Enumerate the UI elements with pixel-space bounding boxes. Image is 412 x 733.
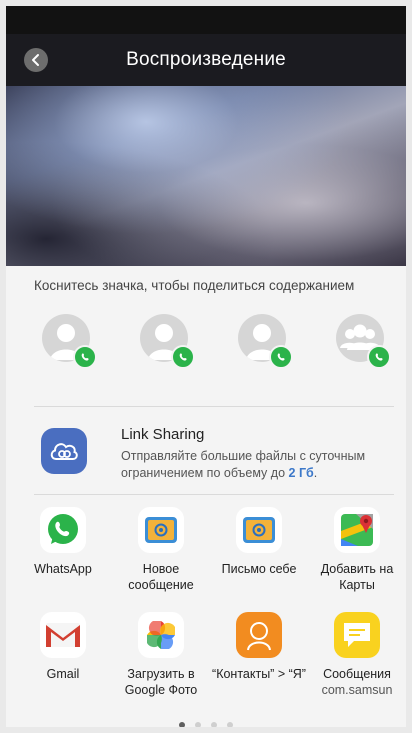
back-button[interactable] [24,48,48,72]
google-photos-icon [138,612,184,658]
whatsapp-icon [73,345,97,369]
email-at-icon [138,507,184,553]
app-label: Gmail [46,667,80,681]
app-mail-to-self[interactable]: Письмо себе [210,507,308,577]
whatsapp-icon [269,345,293,369]
divider [34,494,394,495]
app-label: “Контакты” > “Я” [212,667,306,681]
direct-share-contact-3[interactable] [233,310,293,370]
app-new-message[interactable]: Новое сообщение [112,507,210,593]
app-messages[interactable]: Сообщения com.samsun [308,612,406,698]
whatsapp-icon [171,345,195,369]
app-google-photos[interactable]: Загрузить в Google Фото [112,612,210,698]
email-at-icon [236,507,282,553]
link-sharing-limit: 2 Гб [288,466,314,480]
page-dot[interactable] [227,722,233,727]
whatsapp-icon [367,345,391,369]
direct-share-contacts [6,310,406,370]
cloud-link-icon [41,428,87,474]
link-sharing-title: Link Sharing [121,426,205,443]
page-dot[interactable] [179,722,185,727]
contacts-me-icon [236,612,282,658]
app-header: Воспроизведение [6,34,406,86]
app-label: Письмо себе [221,562,297,576]
direct-share-contact-1[interactable] [37,310,97,370]
app-whatsapp[interactable]: WhatsApp [14,507,112,577]
video-preview [6,86,406,266]
direct-share-contact-4[interactable] [331,310,391,370]
chevron-left-icon [32,54,39,66]
share-screen: Воспроизведение Коснитесь значка, чтобы … [6,6,406,727]
app-label: Добавить на Карты [320,562,394,592]
page-title: Воспроизведение [126,49,286,70]
whatsapp-icon [40,507,86,553]
share-sheet: Коснитесь значка, чтобы поделиться содер… [6,266,406,727]
page-indicator [6,722,406,727]
page-dot[interactable] [195,722,201,727]
app-package-label: com.samsun [321,683,393,697]
google-maps-icon [334,507,380,553]
status-bar [6,6,406,34]
app-gmail[interactable]: Gmail [14,612,112,682]
app-label: Сообщения [323,667,391,681]
share-hint: Коснитесь значка, чтобы поделиться содер… [34,278,355,293]
direct-share-contact-2[interactable] [135,310,195,370]
app-label: Загрузить в Google Фото [124,667,198,697]
link-sharing-option[interactable]: Link Sharing Отправляйте большие файлы с… [6,418,406,488]
app-label: WhatsApp [34,562,92,576]
link-sharing-description: Отправляйте большие файлы с суточным огр… [121,449,366,480]
gmail-icon [40,612,86,658]
app-label: Новое сообщение [128,562,194,592]
app-contacts-me[interactable]: “Контакты” > “Я” [210,612,308,682]
app-google-maps[interactable]: Добавить на Карты [308,507,406,593]
divider [34,406,394,407]
messages-icon [334,612,380,658]
page-dot[interactable] [211,722,217,727]
